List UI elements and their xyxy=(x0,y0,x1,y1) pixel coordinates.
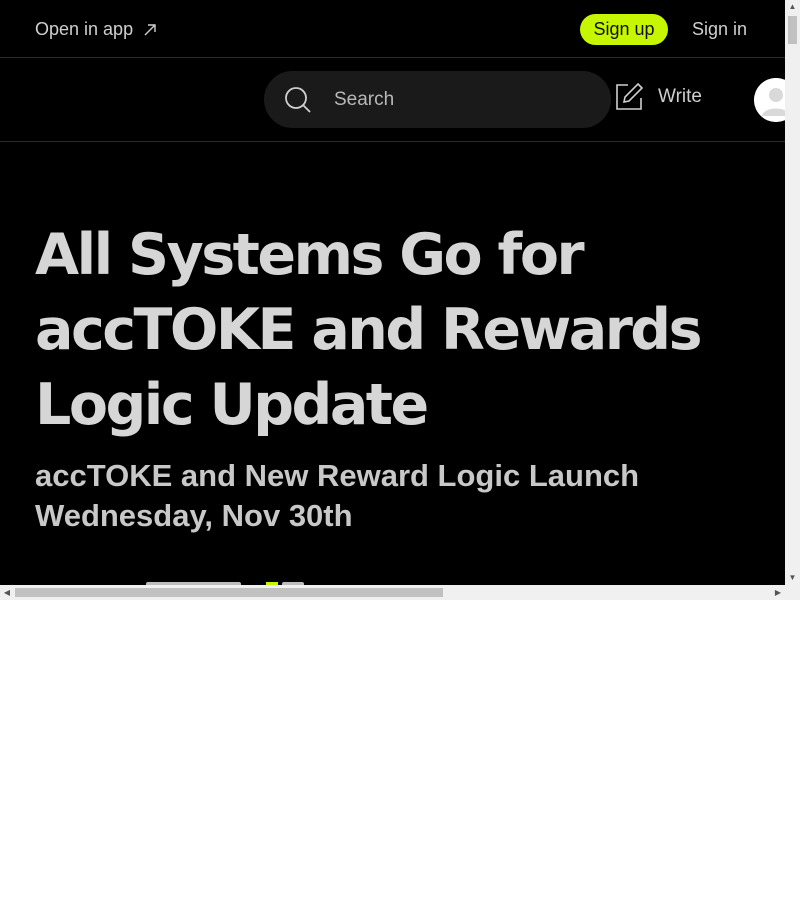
article-title: All Systems Go for accTOKE and Rewards L… xyxy=(35,222,703,438)
search-input[interactable] xyxy=(332,87,576,112)
sign-in-link[interactable]: Sign in xyxy=(692,19,747,40)
write-button[interactable]: Write xyxy=(614,82,702,112)
search-icon xyxy=(285,86,311,113)
author-line-partial xyxy=(140,578,340,585)
page-viewport: Open in app Sign up Sign in Write All Sy… xyxy=(0,0,785,585)
scroll-left-arrow-icon[interactable]: ◀ xyxy=(0,585,14,600)
open-in-app-link[interactable]: Open in app xyxy=(35,19,157,40)
sign-up-button[interactable]: Sign up xyxy=(580,14,668,45)
article-subtitle: accTOKE and New Reward Logic Launch Wedn… xyxy=(35,458,640,533)
write-label: Write xyxy=(658,86,702,107)
vertical-scrollbar[interactable]: ▲ ▼ xyxy=(785,0,800,585)
write-icon xyxy=(616,82,644,110)
avatar[interactable] xyxy=(754,78,785,122)
open-in-app-label: Open in app xyxy=(35,19,134,39)
scroll-up-arrow-icon[interactable]: ▲ xyxy=(785,0,800,14)
scroll-down-arrow-icon[interactable]: ▼ xyxy=(785,571,800,585)
search-box[interactable] xyxy=(264,71,611,128)
scroll-right-arrow-icon[interactable]: ▶ xyxy=(771,585,785,600)
horizontal-scroll-thumb[interactable] xyxy=(15,588,443,597)
site-header: Write xyxy=(0,58,785,142)
arrow-up-right-icon xyxy=(144,23,156,35)
avatar-icon xyxy=(754,78,785,122)
horizontal-scrollbar[interactable]: ◀ ▶ xyxy=(0,585,800,600)
top-bar: Open in app Sign up Sign in xyxy=(0,0,785,58)
vertical-scroll-thumb[interactable] xyxy=(788,16,797,44)
